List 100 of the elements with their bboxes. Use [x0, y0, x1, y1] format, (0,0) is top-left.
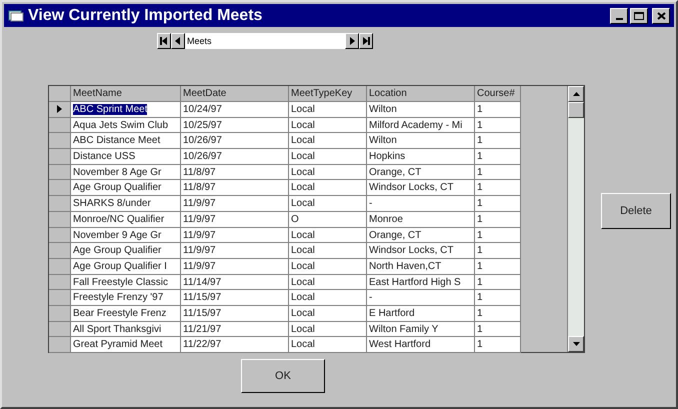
table-cell[interactable]: 11/9/97	[181, 228, 289, 244]
table-cell[interactable]: Wilton Family Y	[367, 322, 475, 338]
ok-button[interactable]: OK	[241, 359, 325, 393]
table-cell[interactable]: 1	[475, 102, 521, 118]
table-cell[interactable]: 1	[475, 306, 521, 322]
table-cell[interactable]: Local	[289, 196, 367, 212]
scroll-up-button[interactable]	[568, 86, 584, 102]
table-cell[interactable]: 1	[475, 118, 521, 134]
table-cell[interactable]: -	[367, 290, 475, 306]
table-cell[interactable]: All Sport Thanksgivi	[71, 322, 181, 338]
close-button[interactable]	[652, 8, 670, 24]
table-cell[interactable]: Local	[289, 290, 367, 306]
table-cell[interactable]: SHARKS 8/under	[71, 196, 181, 212]
table-cell[interactable]: Local	[289, 102, 367, 118]
table-cell[interactable]: 1	[475, 290, 521, 306]
table-cell[interactable]: 1	[475, 322, 521, 338]
column-header[interactable]: Course#	[475, 86, 521, 102]
table-cell[interactable]: ABC Distance Meet	[71, 133, 181, 150]
column-header[interactable]: MeetTypeKey	[289, 86, 367, 102]
table-cell[interactable]: East Hartford High S	[367, 274, 475, 290]
table-cell[interactable]: Wilton	[367, 102, 475, 118]
column-header[interactable]: Location	[367, 86, 475, 102]
table-cell[interactable]: November 8 Age Gr	[71, 164, 181, 180]
table-cell[interactable]: Local	[289, 243, 367, 259]
table-cell[interactable]: Age Group Qualifier I	[71, 258, 181, 275]
scroll-down-button[interactable]	[568, 336, 584, 352]
table-cell[interactable]: Monroe/NC Qualifier	[71, 212, 181, 228]
table-cell[interactable]: Local	[289, 322, 367, 338]
table-cell[interactable]: 1	[475, 274, 521, 290]
delete-button[interactable]: Delete	[601, 193, 671, 229]
table-cell[interactable]: -	[367, 196, 475, 212]
vertical-scrollbar[interactable]	[567, 86, 584, 352]
table-cell[interactable]: Aqua Jets Swim Club	[71, 118, 181, 134]
table-cell[interactable]: 11/8/97	[181, 164, 289, 180]
table-cell[interactable]: Local	[289, 118, 367, 134]
table-cell[interactable]: 11/8/97	[181, 180, 289, 196]
table-cell[interactable]: 1	[475, 196, 521, 212]
table-cell[interactable]: Bear Freestyle Frenz	[71, 306, 181, 322]
table-cell[interactable]: 11/14/97	[181, 274, 289, 290]
table-cell[interactable]: Freestyle Frenzy '97	[71, 290, 181, 306]
table-cell[interactable]: 1	[475, 149, 521, 165]
table-cell[interactable]: Age Group Qualifier	[71, 243, 181, 259]
table-cell[interactable]: 10/26/97	[181, 149, 289, 165]
table-cell[interactable]: Local	[289, 337, 367, 353]
maximize-button[interactable]	[630, 8, 648, 24]
table-cell[interactable]: O	[289, 212, 367, 228]
table-cell[interactable]: Wilton	[367, 133, 475, 150]
column-header[interactable]: MeetName	[71, 86, 181, 102]
next-record-button[interactable]	[345, 33, 359, 49]
table-cell[interactable]: 10/26/97	[181, 133, 289, 150]
table-cell[interactable]: 10/25/97	[181, 118, 289, 134]
table-cell[interactable]: 1	[475, 212, 521, 228]
table-cell[interactable]: North Haven,CT	[367, 258, 475, 275]
scroll-thumb[interactable]	[568, 102, 584, 118]
table-cell[interactable]: November 9 Age Gr	[71, 228, 181, 244]
table-cell[interactable]: Milford Academy - Mi	[367, 118, 475, 134]
table-cell[interactable]: 1	[475, 258, 521, 275]
table-cell[interactable]: Local	[289, 306, 367, 322]
table-cell[interactable]: 11/9/97	[181, 196, 289, 212]
minimize-button[interactable]	[610, 8, 628, 24]
first-record-button[interactable]	[157, 33, 171, 49]
table-cell[interactable]: E Hartford	[367, 306, 475, 322]
column-header[interactable]: MeetDate	[181, 86, 289, 102]
table-cell[interactable]: West Hartford	[367, 337, 475, 353]
table-cell[interactable]: 11/9/97	[181, 258, 289, 275]
previous-record-button[interactable]	[171, 33, 185, 49]
table-cell[interactable]: Orange, CT	[367, 164, 475, 180]
table-cell[interactable]: Fall Freestyle Classic	[71, 274, 181, 290]
table-cell[interactable]: Age Group Qualifier	[71, 180, 181, 196]
table-cell[interactable]: Hopkins	[367, 149, 475, 165]
table-cell[interactable]: Local	[289, 274, 367, 290]
table-cell[interactable]: Local	[289, 164, 367, 180]
table-cell[interactable]: 1	[475, 243, 521, 259]
table-cell[interactable]: Orange, CT	[367, 228, 475, 244]
table-cell[interactable]: 10/24/97	[181, 102, 289, 118]
table-cell[interactable]: 1	[475, 228, 521, 244]
table-cell[interactable]: 11/9/97	[181, 212, 289, 228]
table-cell[interactable]: 1	[475, 337, 521, 353]
table-cell[interactable]: 1	[475, 133, 521, 150]
table-cell[interactable]: 11/15/97	[181, 290, 289, 306]
selected-cell-text: ABC Sprint Meet	[73, 104, 148, 115]
row-selector[interactable]	[49, 102, 71, 118]
table-cell[interactable]: Windsor Locks, CT	[367, 180, 475, 196]
table-cell[interactable]: Local	[289, 133, 367, 150]
table-cell[interactable]: Windsor Locks, CT	[367, 243, 475, 259]
table-cell[interactable]: Local	[289, 180, 367, 196]
last-record-button[interactable]	[359, 33, 373, 49]
table-cell[interactable]: ABC Sprint Meet	[71, 102, 181, 118]
table-cell[interactable]: Local	[289, 258, 367, 275]
table-cell[interactable]: 11/15/97	[181, 306, 289, 322]
table-cell[interactable]: Distance USS	[71, 149, 181, 165]
table-cell[interactable]: Great Pyramid Meet	[71, 337, 181, 353]
table-cell[interactable]: 11/22/97	[181, 337, 289, 353]
table-cell[interactable]: 11/21/97	[181, 322, 289, 338]
table-cell[interactable]: Local	[289, 228, 367, 244]
table-cell[interactable]: Local	[289, 149, 367, 165]
table-cell[interactable]: 1	[475, 164, 521, 180]
table-cell[interactable]: Monroe	[367, 212, 475, 228]
table-cell[interactable]: 11/9/97	[181, 243, 289, 259]
table-cell[interactable]: 1	[475, 180, 521, 196]
